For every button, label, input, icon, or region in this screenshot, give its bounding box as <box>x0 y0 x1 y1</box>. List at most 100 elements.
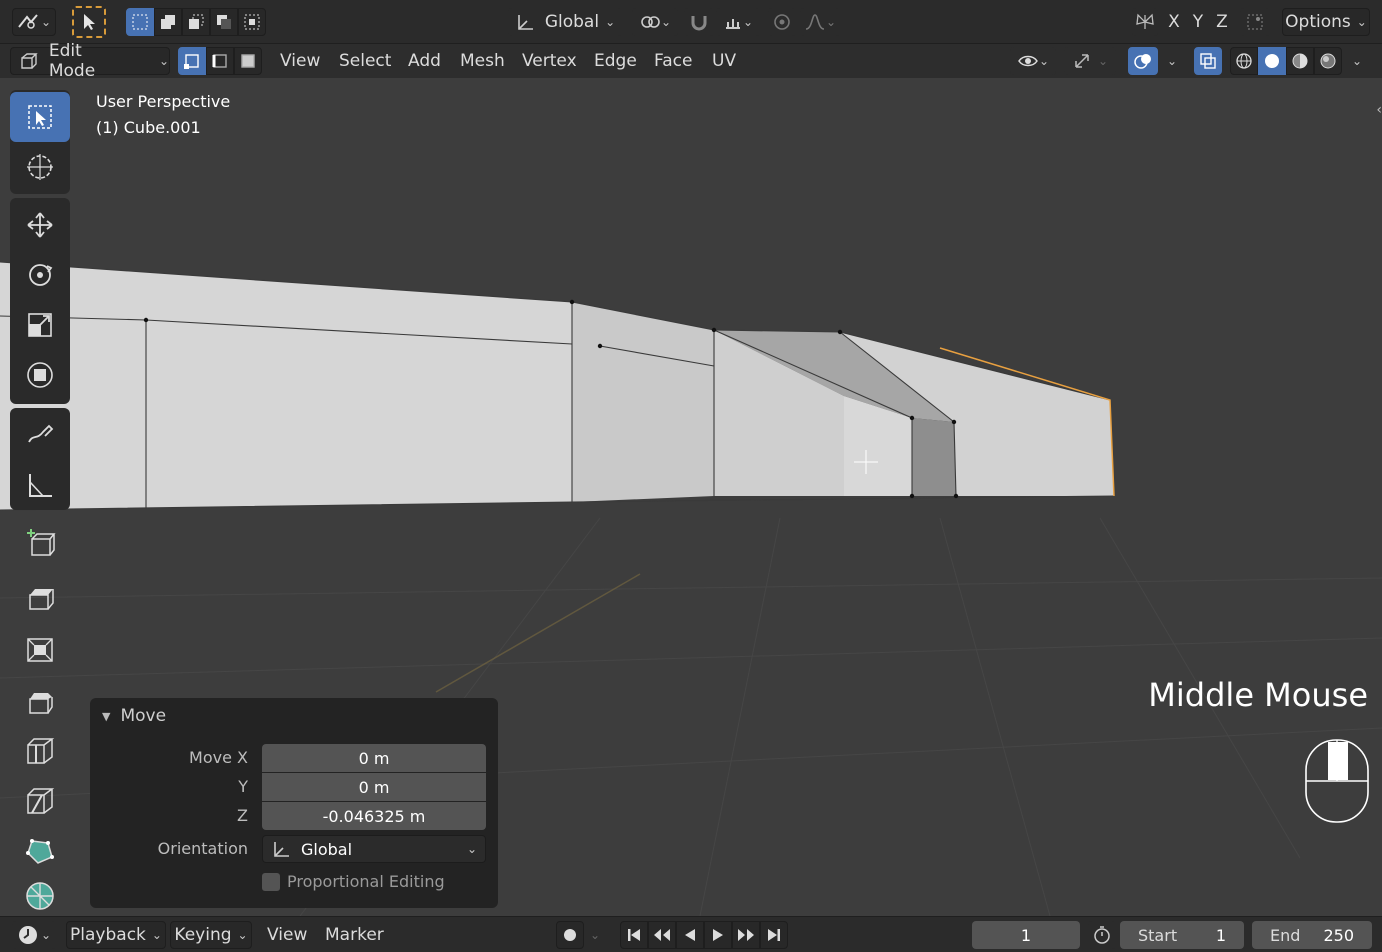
current-frame-field[interactable]: 1 <box>972 921 1080 949</box>
orientation-select[interactable]: Global ⌄ <box>262 835 486 863</box>
select-extend-button[interactable] <box>154 8 182 36</box>
menu-edge[interactable]: Edge <box>594 47 637 75</box>
move-z-field[interactable]: -0.046325 m <box>262 802 486 830</box>
mirror-z-toggle[interactable]: Z <box>1212 8 1232 36</box>
play-button[interactable] <box>704 921 732 949</box>
select-tool-button[interactable] <box>72 6 106 38</box>
face-select-icon <box>241 54 255 68</box>
select-invert-button[interactable] <box>210 8 238 36</box>
jump-end-button[interactable] <box>760 921 788 949</box>
auto-keying-toggle[interactable] <box>556 921 584 949</box>
jump-start-button[interactable] <box>620 921 648 949</box>
scale-tool[interactable] <box>10 300 70 350</box>
spin-tool[interactable] <box>10 876 70 916</box>
proportional-editing-checkbox[interactable]: Proportional Editing <box>262 872 445 891</box>
proportional-editing-label: Proportional Editing <box>287 872 445 891</box>
pivot-point-dropdown[interactable]: ⌄ <box>632 8 678 36</box>
extrude-tool[interactable] <box>10 572 70 622</box>
auto-merge-toggle[interactable] <box>1240 8 1270 36</box>
move-tool[interactable] <box>10 200 70 250</box>
checkbox-box[interactable] <box>262 872 280 891</box>
timeline-view-menu[interactable]: View <box>267 921 307 949</box>
timeline-marker-menu[interactable]: Marker <box>325 921 384 949</box>
prev-keyframe-button[interactable] <box>648 921 676 949</box>
xray-toggle[interactable] <box>1194 47 1222 75</box>
material-sphere-icon <box>1292 53 1308 69</box>
face-select-button[interactable] <box>234 47 262 75</box>
select-element-group <box>178 47 262 75</box>
sidebar-toggle-icon[interactable]: ‹ <box>1376 102 1382 118</box>
rendered-sphere-icon <box>1320 53 1336 69</box>
gizmo-dropdown[interactable]: ⌄ <box>1064 47 1116 75</box>
visibility-dropdown[interactable]: ⌄ <box>1010 47 1056 75</box>
material-shading-button[interactable] <box>1286 47 1314 75</box>
rotate-tool[interactable] <box>10 250 70 300</box>
poly-build-tool[interactable] <box>10 826 70 876</box>
select-new-button[interactable] <box>126 8 154 36</box>
editor-type-button[interactable]: ⌄ <box>12 8 56 36</box>
transform-orientation-dropdown[interactable]: Global ⌄ <box>508 8 622 36</box>
move-x-field[interactable]: 0 m <box>262 744 486 772</box>
keying-set-dropdown[interactable]: ⌄ <box>590 921 600 949</box>
redo-panel-header[interactable]: ▼ Move <box>102 706 166 726</box>
next-keyframe-button[interactable] <box>732 921 760 949</box>
menu-face[interactable]: Face <box>654 47 692 75</box>
shading-dropdown[interactable]: ⌄ <box>1346 47 1368 75</box>
playback-menu[interactable]: Playback ⌄ <box>66 921 166 949</box>
vertex-select-button[interactable] <box>178 47 206 75</box>
menu-uv[interactable]: UV <box>712 47 736 75</box>
collapse-triangle-icon: ▼ <box>102 709 111 723</box>
loop-cut-tool[interactable] <box>10 726 70 776</box>
record-dot-icon <box>564 929 576 941</box>
select-intersect-button[interactable] <box>238 8 266 36</box>
viewport-header: Edit Mode ⌄ View Select Add Mesh Vertex … <box>0 41 1382 81</box>
start-frame-field[interactable]: Start 1 <box>1120 921 1244 949</box>
mode-dropdown[interactable]: Edit Mode ⌄ <box>10 41 170 81</box>
snap-toggle[interactable] <box>684 8 714 36</box>
menu-view[interactable]: View <box>280 47 320 75</box>
timeline-editor-type[interactable]: ⌄ <box>12 921 56 949</box>
proportional-edit-toggle[interactable] <box>768 8 796 36</box>
inset-tool[interactable] <box>10 624 70 674</box>
select-intersect-icon <box>244 14 260 30</box>
magnet-icon <box>691 16 707 31</box>
snap-target-dropdown[interactable]: ⌄ <box>716 8 760 36</box>
cursor-tool[interactable] <box>10 142 70 192</box>
measure-tool[interactable] <box>10 460 70 510</box>
transform-tool[interactable] <box>10 350 70 400</box>
options-dropdown[interactable]: Options ⌄ <box>1282 8 1370 36</box>
add-cube-tool[interactable] <box>10 518 70 568</box>
mirror-x-toggle[interactable]: X <box>1164 8 1184 36</box>
menu-mesh[interactable]: Mesh <box>460 47 505 75</box>
mirror-y-toggle[interactable]: Y <box>1188 8 1208 36</box>
auto-merge-icon <box>1247 14 1263 30</box>
rendered-shading-button[interactable] <box>1314 47 1342 75</box>
select-extend-icon <box>161 15 175 29</box>
wireframe-shading-button[interactable] <box>1230 47 1258 75</box>
knife-tool[interactable] <box>10 776 70 826</box>
edge-select-button[interactable] <box>206 47 234 75</box>
end-frame-field[interactable]: End 250 <box>1252 921 1372 949</box>
solid-shading-button[interactable] <box>1258 47 1286 75</box>
play-reverse-button[interactable] <box>676 921 704 949</box>
bevel-tool[interactable] <box>10 676 70 726</box>
menu-select[interactable]: Select <box>339 47 391 75</box>
chevron-down-icon: ⌄ <box>660 15 672 29</box>
playback-label: Playback <box>70 925 146 945</box>
annotate-tool[interactable] <box>10 410 70 460</box>
move-y-field[interactable]: 0 m <box>262 773 486 801</box>
menu-add[interactable]: Add <box>408 47 441 75</box>
select-box-tool[interactable] <box>10 92 70 142</box>
overlays-dropdown[interactable]: ⌄ <box>1162 47 1182 75</box>
poly-build-icon <box>26 839 54 864</box>
menu-vertex[interactable]: Vertex <box>522 47 577 75</box>
menu-view-label: View <box>280 51 321 71</box>
extrude-icon <box>29 589 54 610</box>
play-icon <box>713 929 723 941</box>
mirror-toggle[interactable] <box>1132 8 1158 36</box>
select-subtract-button[interactable] <box>182 8 210 36</box>
use-preview-range-toggle[interactable] <box>1088 921 1116 949</box>
keying-menu[interactable]: Keying ⌄ <box>170 921 252 949</box>
overlays-toggle[interactable] <box>1128 47 1158 75</box>
falloff-dropdown[interactable]: ⌄ <box>800 8 840 36</box>
